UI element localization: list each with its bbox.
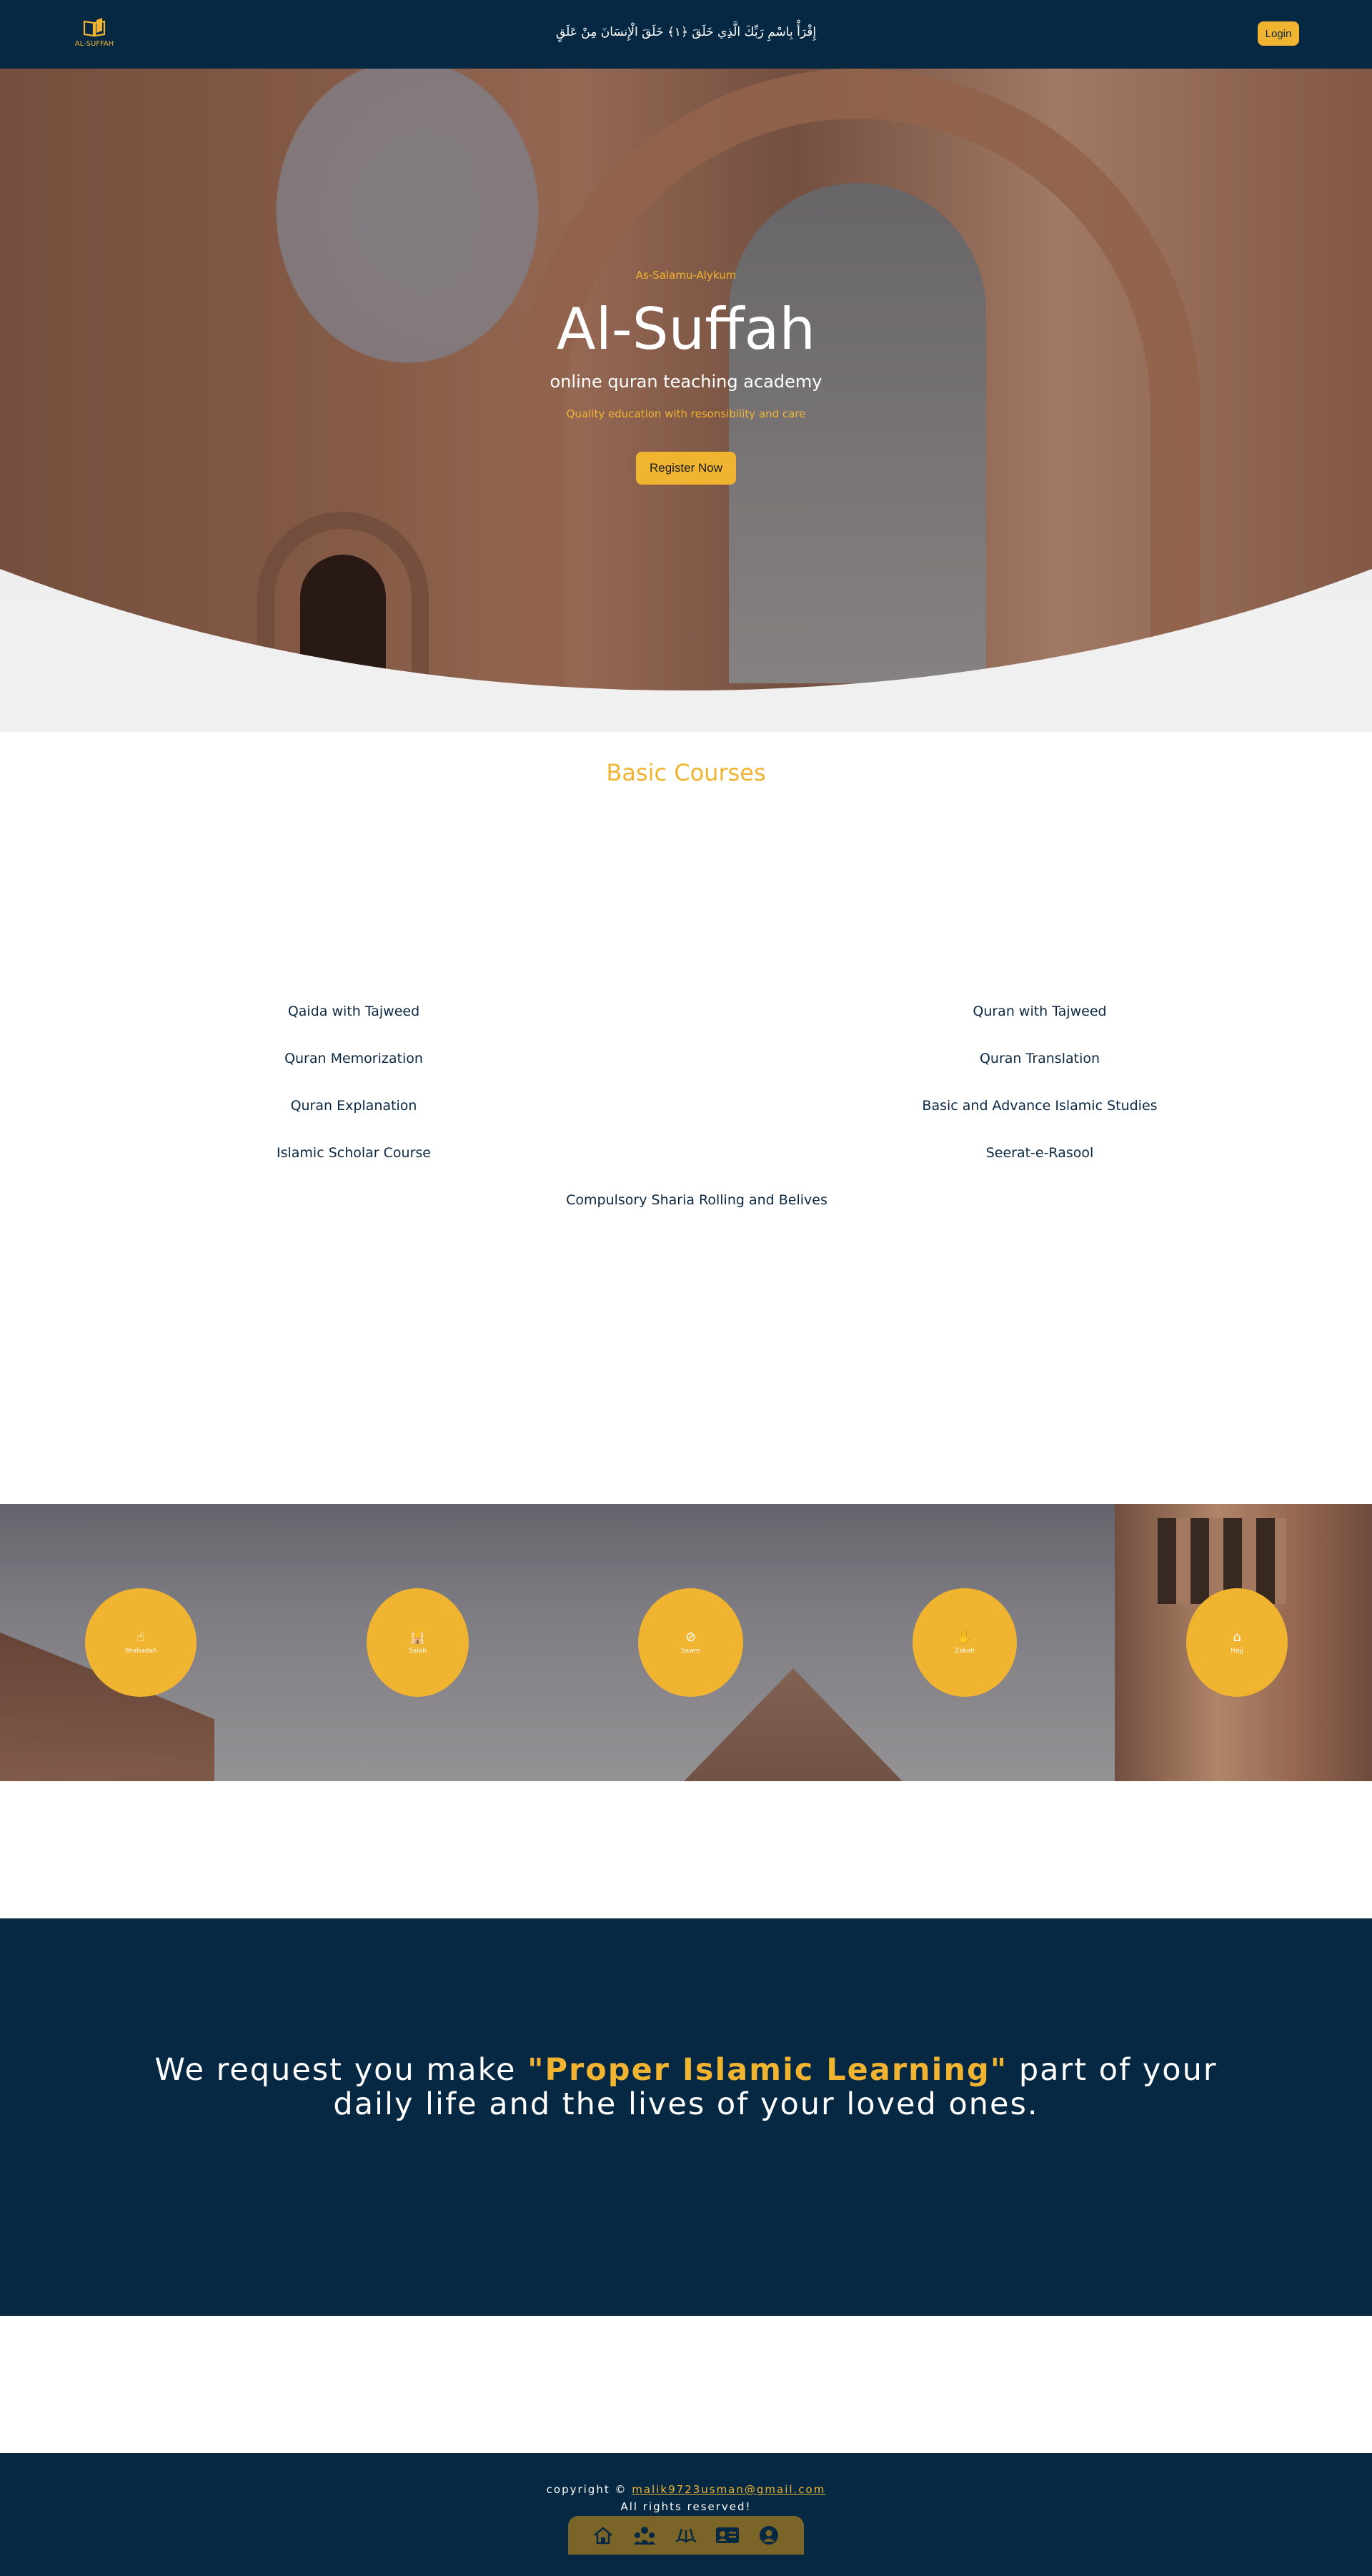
copyright-line: copyright © malik9723usman@gmail.com	[0, 2483, 1372, 2496]
quran-verse: إِقْرَأْ بِاسْمِ رَبِّكَ الَّذِي خَلَقَ …	[555, 25, 817, 39]
course-item: Quran Memorization	[284, 1051, 423, 1066]
courses-title: Basic Courses	[606, 759, 766, 786]
hero-subtitle: online quran teaching academy	[550, 372, 822, 392]
rights-text: All rights reserved!	[620, 2500, 752, 2513]
course-item: Islamic Scholar Course	[277, 1145, 431, 1161]
register-button[interactable]: Register Now	[636, 452, 736, 485]
pointing-finger-icon: ☝	[136, 1629, 145, 1645]
kaaba-icon: ⌂	[1233, 1629, 1241, 1645]
course-item: Qaida with Tajweed	[287, 1004, 420, 1019]
pillar-label: Hajj	[1231, 1647, 1243, 1655]
no-food-icon: ⊘	[685, 1629, 697, 1645]
course-item: Quran Explanation	[290, 1098, 417, 1114]
footer-nav	[568, 2516, 804, 2555]
pillar-label: Sawm	[680, 1647, 701, 1655]
pillars-section: ☝ Shahadah 🕌 Salah ⊘ Sawm ✋ Zakah ⌂ Hajj	[0, 1504, 1372, 1781]
login-button[interactable]: Login	[1258, 21, 1299, 46]
course-item: Quran with Tajweed	[973, 1004, 1107, 1019]
hero-section: As-Salamu-Alykum Al-Suffah online quran …	[0, 69, 1372, 732]
course-item: Basic and Advance Islamic Studies	[922, 1098, 1158, 1114]
footer: copyright © malik9723usman@gmail.com All…	[0, 2453, 1372, 2576]
pillar-sawm[interactable]: ⊘ Sawm	[638, 1588, 743, 1697]
pillar-label: Shahadah	[124, 1647, 157, 1655]
copyright-prefix: copyright ©	[546, 2483, 632, 2496]
navbar: AL-SUFFAH إِقْرَأْ بِاسْمِ رَبِّكَ الَّذ…	[0, 0, 1372, 69]
request-section: We request you make "Proper Islamic Lear…	[0, 1918, 1372, 2316]
course-item: Quran Translation	[979, 1051, 1100, 1066]
email-link[interactable]: malik9723usman@gmail.com	[632, 2483, 825, 2496]
user-icon[interactable]	[756, 2525, 782, 2546]
pillar-label: Salah	[409, 1647, 427, 1655]
pillar-hajj[interactable]: ⌂ Hajj	[1186, 1588, 1288, 1697]
pillar-salah[interactable]: 🕌 Salah	[367, 1588, 469, 1697]
course-item: Compulsory Sharia Rolling and Belives	[566, 1192, 827, 1208]
contact-card-icon[interactable]	[715, 2525, 740, 2546]
hero-title: Al-Suffah	[556, 296, 816, 362]
home-icon[interactable]	[590, 2525, 616, 2546]
book-icon[interactable]	[673, 2525, 699, 2546]
mosque-icon: 🕌	[409, 1629, 426, 1645]
people-icon[interactable]	[632, 2525, 657, 2546]
request-highlight: "Proper Islamic Learning"	[527, 2052, 1008, 2088]
pillar-label: Zakah	[955, 1647, 975, 1655]
pillar-zakah[interactable]: ✋ Zakah	[913, 1588, 1017, 1697]
request-text-before: We request you make	[154, 2052, 528, 2088]
hand-giving-icon: ✋	[956, 1629, 973, 1645]
logo-text: AL-SUFFAH	[74, 40, 114, 48]
course-item: Seerat-e-Rasool	[985, 1145, 1094, 1161]
pillar-shahadah[interactable]: ☝ Shahadah	[85, 1588, 197, 1697]
request-message: We request you make "Proper Islamic Lear…	[143, 2053, 1229, 2121]
hero-greeting: As-Salamu-Alykum	[635, 269, 737, 282]
hero-tagline: Quality education with resonsibility and…	[566, 407, 806, 420]
